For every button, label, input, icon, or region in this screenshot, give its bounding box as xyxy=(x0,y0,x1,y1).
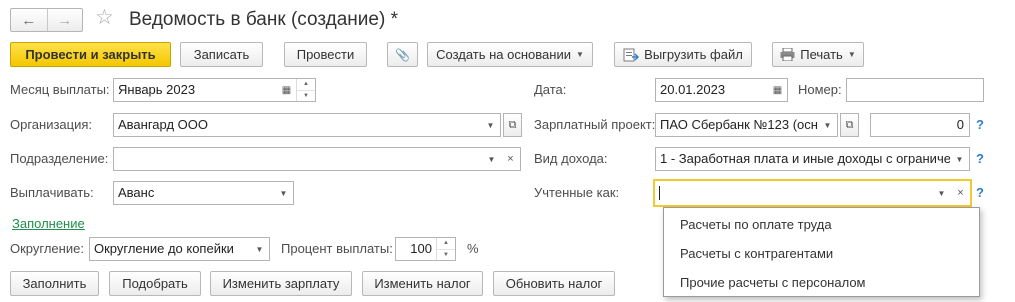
chevron-down-icon[interactable]: ▼ xyxy=(274,182,293,204)
chevron-down-icon[interactable]: ▼ xyxy=(481,114,500,136)
create-based-on-button[interactable]: Создать на основании ▼ xyxy=(427,42,593,67)
department-field[interactable]: ▼ × xyxy=(113,147,521,171)
change-salary-label: Изменить зарплату xyxy=(222,276,340,291)
print-button[interactable]: Печать ▼ xyxy=(772,42,864,67)
salary-project-field[interactable]: ПАО Сбербанк №123 (осн ▼ xyxy=(655,113,838,137)
save-label: Записать xyxy=(193,47,250,62)
payout-percent-field[interactable]: 100 ▲ ▼ xyxy=(395,237,456,261)
chevron-down-icon[interactable]: ▼ xyxy=(950,148,969,170)
accounted-as-field[interactable]: ▼ × xyxy=(653,179,972,207)
post-button[interactable]: Провести xyxy=(284,42,367,67)
chevron-down-icon[interactable]: ▼ xyxy=(482,148,501,170)
fill-label: Заполнить xyxy=(22,276,87,291)
chevron-down-icon[interactable]: ▼ xyxy=(932,181,951,205)
attach-button[interactable]: 📎 xyxy=(387,42,418,67)
dropdown-item[interactable]: Расчеты по оплате труда xyxy=(664,208,979,237)
date-value: 20.01.2023 xyxy=(660,82,726,97)
help-icon[interactable]: ? xyxy=(976,185,984,200)
stepper-up-icon[interactable]: ▲ xyxy=(297,79,315,90)
month-stepper[interactable]: ▲ ▼ xyxy=(296,79,315,101)
number-label: Номер: xyxy=(798,82,842,97)
printer-icon xyxy=(780,48,795,61)
accounted-as-label: Учтенные как: xyxy=(534,185,620,200)
update-tax-button[interactable]: Обновить налог xyxy=(493,271,615,296)
rounding-value: Округление до копейки xyxy=(94,241,234,256)
stepper-up-icon[interactable]: ▲ xyxy=(437,238,455,249)
organization-field[interactable]: Авангард ООО ▼ xyxy=(113,113,501,137)
clear-icon[interactable]: × xyxy=(501,148,520,170)
department-value xyxy=(114,148,482,170)
percent-stepper[interactable]: ▲ ▼ xyxy=(436,238,455,260)
upload-file-button[interactable]: Выгрузить файл xyxy=(614,42,752,67)
chevron-down-icon: ▼ xyxy=(847,50,856,59)
post-and-close-button[interactable]: Провести и закрыть xyxy=(10,42,171,67)
favorite-star-icon[interactable]: ☆ xyxy=(95,6,114,30)
clear-icon[interactable]: × xyxy=(951,181,970,205)
calendar-icon[interactable]: ▦ xyxy=(277,79,296,101)
arrow-left-icon: ← xyxy=(21,11,37,29)
income-type-value: 1 - Заработная плата и иные доходы с огр… xyxy=(660,151,950,166)
open-salary-project-icon[interactable]: ⧉ xyxy=(840,113,859,137)
salary-project-amount-value: 0 xyxy=(956,117,964,132)
accounted-as-dropdown: Расчеты по оплате труда Расчеты с контра… xyxy=(663,207,980,297)
forward-button[interactable]: → xyxy=(46,9,83,31)
open-organization-icon[interactable]: ⧉ xyxy=(503,113,522,137)
dropdown-item[interactable]: Расчеты с контрагентами xyxy=(664,237,979,266)
help-icon[interactable]: ? xyxy=(976,117,984,132)
help-icon[interactable]: ? xyxy=(976,151,984,166)
arrow-right-icon: → xyxy=(57,11,73,29)
change-tax-button[interactable]: Изменить налог xyxy=(362,271,483,296)
accounted-as-input[interactable] xyxy=(655,181,932,205)
rounding-label: Округление: xyxy=(10,241,84,256)
fill-button[interactable]: Заполнить xyxy=(10,271,99,296)
select-label: Подобрать xyxy=(122,276,188,291)
create-based-on-label: Создать на основании xyxy=(436,47,571,62)
pay-out-field[interactable]: Аванс ▼ xyxy=(113,181,294,205)
calendar-icon[interactable]: ▦ xyxy=(768,79,787,101)
income-type-field[interactable]: 1 - Заработная плата и иные доходы с огр… xyxy=(655,147,970,171)
number-value xyxy=(847,79,983,101)
payment-month-field[interactable]: Январь 2023 ▦ ▲ ▼ xyxy=(113,78,316,102)
export-file-icon xyxy=(623,48,640,61)
payout-percent-value: 100 xyxy=(410,241,432,256)
change-tax-label: Изменить налог xyxy=(374,276,471,291)
payout-percent-label: Процент выплаты: xyxy=(281,241,393,256)
back-button[interactable]: ← xyxy=(11,9,47,31)
salary-project-label: Зарплатный проект: xyxy=(534,117,656,132)
filling-link[interactable]: Заполнение xyxy=(12,216,85,231)
date-field[interactable]: 20.01.2023 ▦ xyxy=(655,78,788,102)
post-and-close-label: Провести и закрыть xyxy=(25,47,156,62)
paperclip-icon: 📎 xyxy=(395,47,410,62)
organization-label: Организация: xyxy=(10,117,93,132)
change-salary-button[interactable]: Изменить зарплату xyxy=(210,271,352,296)
stepper-down-icon[interactable]: ▼ xyxy=(437,248,455,261)
income-type-label: Вид дохода: xyxy=(534,151,608,166)
payment-month-value: Январь 2023 xyxy=(118,82,196,97)
navigation-buttons: ← → xyxy=(10,8,83,32)
percent-unit: % xyxy=(467,241,479,256)
number-field[interactable] xyxy=(846,78,984,102)
department-label: Подразделение: xyxy=(10,151,109,166)
chevron-down-icon[interactable]: ▼ xyxy=(250,238,269,260)
pay-out-label: Выплачивать: xyxy=(10,185,94,200)
chevron-down-icon[interactable]: ▼ xyxy=(818,114,837,136)
pay-out-value: Аванс xyxy=(118,185,155,200)
upload-file-label: Выгрузить файл xyxy=(644,47,743,62)
save-button[interactable]: Записать xyxy=(180,42,263,67)
page-title: Ведомость в банк (создание) * xyxy=(129,9,398,30)
update-tax-label: Обновить налог xyxy=(505,276,603,291)
post-label: Провести xyxy=(296,47,355,62)
chevron-down-icon: ▼ xyxy=(575,50,584,59)
print-label: Печать xyxy=(800,47,843,62)
dropdown-item[interactable]: Прочие расчеты с персоналом xyxy=(664,266,979,295)
rounding-field[interactable]: Округление до копейки ▼ xyxy=(89,237,270,261)
select-button[interactable]: Подобрать xyxy=(109,271,201,296)
salary-project-amount-field[interactable]: 0 xyxy=(870,113,970,137)
payment-month-label: Месяц выплаты: xyxy=(10,82,110,97)
organization-value: Авангард ООО xyxy=(118,117,208,132)
salary-project-value: ПАО Сбербанк №123 (осн xyxy=(660,117,818,132)
date-label: Дата: xyxy=(534,82,567,97)
stepper-down-icon[interactable]: ▼ xyxy=(297,89,315,102)
